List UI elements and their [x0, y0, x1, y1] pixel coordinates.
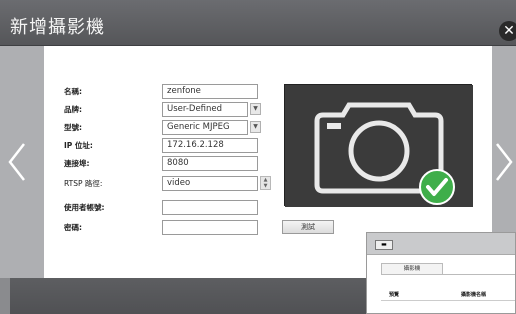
username-row: 使用者帳號: [64, 200, 264, 216]
model-row: 型號: Generic MJPEG ▼ [64, 120, 264, 136]
password-label: 密碼: [64, 223, 82, 232]
check-circle-icon [419, 169, 455, 205]
preview-column-header: 預覽 [389, 292, 400, 298]
background-window-thumbnail: ▬ 攝影機 預覽 攝影機名稱 [366, 232, 516, 314]
ip-row: IP 位址: 172.16.2.128 [64, 138, 264, 154]
table-divider [381, 300, 515, 301]
chevron-left-icon[interactable] [6, 140, 28, 191]
password-row: 密碼: [64, 220, 264, 236]
tab-divider [381, 274, 515, 275]
port-label: 連接埠: [64, 159, 90, 168]
username-label: 使用者帳號: [64, 203, 105, 212]
ip-label: IP 位址: [64, 141, 93, 150]
close-button[interactable]: ✕ [499, 21, 516, 41]
password-input[interactable] [162, 220, 258, 235]
brand-select[interactable]: User-Defined [162, 102, 248, 117]
chevron-right-icon[interactable] [493, 140, 515, 191]
name-row: 名稱: zenfone [64, 84, 264, 100]
model-label: 型號: [64, 123, 82, 132]
brand-label: 品牌: [64, 105, 82, 114]
username-input[interactable] [162, 200, 258, 215]
rtsp-row: RTSP 路徑: video ▲ ▼ [64, 176, 271, 192]
chevron-down-icon[interactable]: ▼ [250, 103, 261, 115]
add-camera-dialog: 新增攝影機 ✕ 名稱: zenfone 品牌: User-Defined ▼ 型… [0, 0, 516, 314]
dialog-title: 新增攝影機 [10, 17, 105, 38]
model-select[interactable]: Generic MJPEG [162, 120, 248, 135]
name-label: 名稱: [64, 87, 82, 96]
rtsp-helper-button[interactable]: ▲ ▼ [260, 176, 271, 190]
thumbnail-menu-button[interactable]: ▬ [375, 240, 393, 250]
thumbnail-titlebar: ▬ [367, 233, 515, 255]
close-icon: ✕ [503, 23, 515, 39]
rtsp-input[interactable]: video [162, 176, 258, 191]
camera-name-column-header: 攝影機名稱 [461, 292, 487, 298]
port-row: 連接埠: 8080 [64, 156, 264, 172]
port-input[interactable]: 8080 [162, 156, 258, 171]
chevron-down-icon[interactable]: ▼ [250, 121, 261, 133]
brand-row: 品牌: User-Defined ▼ [64, 102, 264, 118]
name-input[interactable]: zenfone [162, 84, 258, 99]
test-button[interactable]: 測試 [282, 220, 334, 234]
camera-preview [284, 84, 473, 207]
dialog-titlebar: 新增攝影機 [0, 0, 516, 46]
ip-input[interactable]: 172.16.2.128 [162, 138, 258, 153]
rtsp-label: RTSP 路徑: [64, 179, 103, 188]
